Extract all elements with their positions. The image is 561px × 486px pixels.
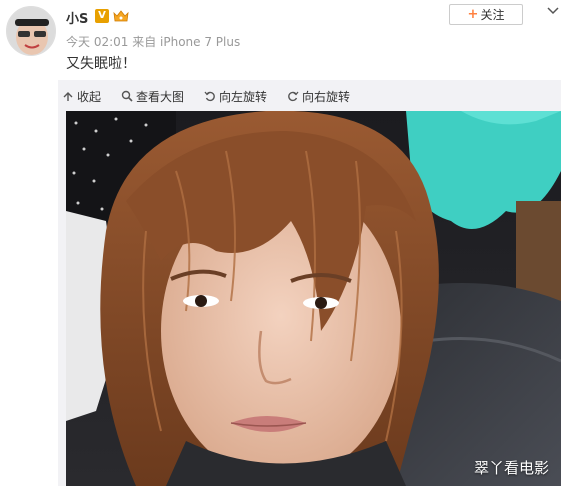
chevron-down-icon[interactable] (547, 6, 559, 16)
rotate-left-button[interactable]: 向左旋转 (204, 86, 267, 106)
zoom-icon (121, 90, 133, 102)
collapse-button[interactable]: 收起 (62, 86, 101, 106)
watermark: 翠丫看电影 (473, 459, 549, 477)
follow-button[interactable]: + 关注 (449, 4, 523, 25)
follow-label: 关注 (480, 8, 505, 22)
rotate-right-icon (288, 91, 299, 102)
member-crown-icon (113, 10, 129, 22)
avatar[interactable] (6, 6, 56, 56)
view-large-label: 查看大图 (136, 89, 185, 104)
collapse-label: 收起 (77, 89, 102, 104)
rotate-right-label: 向右旋转 (302, 89, 351, 104)
plus-icon: + (467, 7, 479, 22)
author-name[interactable]: 小S (66, 8, 88, 27)
rotate-left-icon (204, 91, 215, 102)
weibo-post: 小S V 今天 02:01 来自 iPhone 7 Plus + 关注 又失眠啦… (0, 0, 561, 486)
post-text: 又失眠啦！ (66, 56, 136, 72)
view-large-button[interactable]: 查看大图 (121, 86, 184, 106)
verified-badge-icon: V (95, 9, 109, 23)
rotate-right-button[interactable]: 向右旋转 (287, 86, 350, 106)
post-meta: 今天 02:01 来自 iPhone 7 Plus (66, 35, 241, 49)
rotate-left-label: 向左旋转 (219, 89, 268, 104)
post-photo[interactable]: 翠丫看电影 (66, 111, 561, 486)
media-toolbar: 收起 查看大图 向左旋转 向右旋转 (62, 86, 350, 106)
collapse-icon (63, 92, 73, 101)
selfie-image (66, 111, 561, 486)
